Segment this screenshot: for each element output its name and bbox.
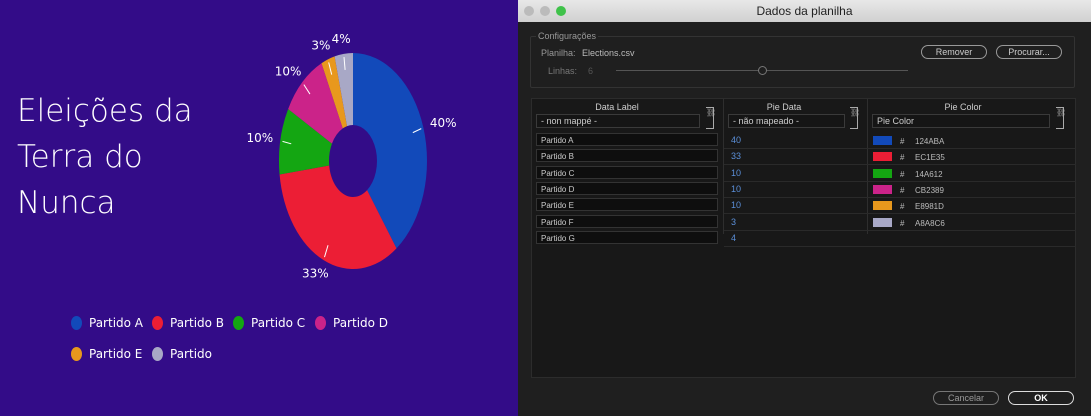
color-swatch[interactable] — [873, 201, 892, 211]
legend-swatch — [233, 316, 244, 330]
column-header: Data Label — [595, 102, 639, 112]
data-label-mapping-select[interactable]: - non mappé - — [536, 114, 700, 128]
hash-label: # — [900, 185, 905, 195]
legend-swatch — [315, 316, 326, 330]
close-button[interactable] — [524, 6, 534, 16]
hex-value[interactable]: A8A8C6 — [915, 219, 945, 228]
rows-label: Linhas: — [548, 66, 578, 76]
browse-button[interactable]: Procurar... — [996, 45, 1062, 59]
cancel-button[interactable]: Cancelar — [933, 391, 999, 405]
data-label: 3% — [311, 38, 330, 52]
row-divider — [724, 180, 1076, 182]
color-swatch[interactable] — [873, 184, 892, 194]
row-divider — [724, 196, 1076, 198]
row-divider — [724, 148, 1076, 149]
legend-swatch — [71, 316, 82, 330]
link-icon[interactable]: ⛓ — [1056, 107, 1066, 129]
hex-value[interactable]: CB2389 — [915, 186, 944, 195]
color-swatch[interactable] — [873, 168, 892, 178]
legend-label: Partido D — [333, 316, 389, 330]
hex-value[interactable]: EC1E35 — [915, 153, 945, 162]
hex-value[interactable]: 124ABA — [915, 137, 944, 146]
data-label-cell[interactable]: Partido F — [536, 214, 718, 228]
row-divider — [724, 213, 1076, 215]
hash-label: # — [900, 202, 905, 212]
legend-item: Partido B — [152, 316, 224, 330]
legend-swatch — [71, 347, 82, 361]
legend-item: Partido A — [71, 316, 143, 330]
data-label: 4% — [332, 32, 351, 46]
settings-label: Configurações — [536, 31, 599, 41]
row-divider — [724, 245, 1076, 247]
legend-label: Partido — [170, 347, 212, 361]
rows-value: 6 — [588, 66, 594, 76]
spreadsheet-dialog: Dados da planilha Configurações Planilha… — [518, 0, 1091, 416]
pie-data-cell[interactable]: 33 — [731, 150, 741, 163]
minimize-button[interactable] — [540, 6, 550, 16]
data-label: 40% — [430, 116, 457, 130]
data-table: Data Label - non mappé - ⛓ Pie Data - nã… — [531, 98, 1076, 378]
unlink-icon[interactable]: ⛓ — [706, 107, 716, 129]
sheet-label: Planilha: — [541, 48, 576, 58]
rows-slider-handle[interactable] — [758, 66, 767, 75]
hash-label: # — [900, 137, 905, 146]
data-label-cell[interactable]: Partido E — [536, 198, 718, 212]
legend-swatch — [152, 316, 163, 330]
dialog-title: Dados da planilha — [756, 4, 853, 18]
pie-data-cell[interactable]: 10 — [731, 199, 741, 212]
row-divider — [724, 229, 1076, 231]
color-swatch[interactable] — [873, 136, 892, 145]
data-label-cell[interactable]: Partido G — [536, 230, 718, 244]
donut-chart: 40% 33% 10% 10% 3% 4% — [247, 32, 457, 281]
legend-item: Partido D — [315, 316, 388, 330]
data-label-cell[interactable]: Partido D — [536, 181, 718, 195]
row-divider — [724, 164, 1076, 166]
slide: Eleições da Terra do Nunca 40% 33% 10% 10% 3… — [0, 0, 518, 416]
pie-data-mapping-select[interactable]: - não mapeado - — [728, 114, 845, 128]
hex-value[interactable]: E8981D — [915, 202, 944, 211]
remove-button[interactable]: Remover — [921, 45, 987, 59]
pie-color-mapping-select[interactable]: Pie Color — [872, 114, 1050, 128]
data-label-cell[interactable]: Partido C — [536, 165, 718, 179]
data-label-cell[interactable]: Partido B — [536, 149, 718, 163]
data-label: 10% — [275, 64, 302, 78]
column-header: Pie Data — [766, 102, 802, 112]
legend-label: Partido E — [89, 347, 143, 361]
data-label: 33% — [302, 267, 329, 281]
data-label: 10% — [247, 131, 274, 145]
legend-label: Partido B — [170, 316, 225, 330]
hash-label: # — [900, 218, 905, 228]
pie-data-cell[interactable]: 40 — [731, 134, 741, 147]
sheet-value: Elections.csv — [582, 48, 635, 58]
hex-value[interactable]: 14A612 — [915, 170, 943, 179]
title-bar: Dados da planilha — [518, 0, 1091, 22]
legend-swatch — [152, 347, 163, 361]
legend-item: Partido E — [71, 347, 142, 361]
ok-button[interactable]: OK — [1008, 391, 1074, 405]
column-header: Pie Color — [944, 102, 982, 112]
settings-group — [530, 36, 1075, 88]
pie-data-cell[interactable]: 4 — [731, 232, 736, 245]
legend-item: Partido — [152, 347, 212, 361]
data-label-cell[interactable]: Partido A — [536, 133, 718, 146]
color-swatch[interactable] — [873, 152, 892, 162]
hash-label: # — [900, 153, 905, 163]
unlink-icon[interactable]: ⛓ — [850, 107, 860, 129]
color-swatch[interactable] — [873, 217, 892, 227]
zoom-button[interactable] — [556, 6, 566, 16]
legend-label: Partido C — [251, 316, 306, 330]
pie-data-cell[interactable]: 10 — [731, 183, 741, 196]
pie-data-cell[interactable]: 3 — [731, 216, 736, 229]
legend-item: Partido C — [233, 316, 305, 330]
pie-data-cell[interactable]: 10 — [731, 167, 741, 180]
hash-label: # — [900, 169, 905, 179]
legend-label: Partido A — [89, 316, 144, 330]
